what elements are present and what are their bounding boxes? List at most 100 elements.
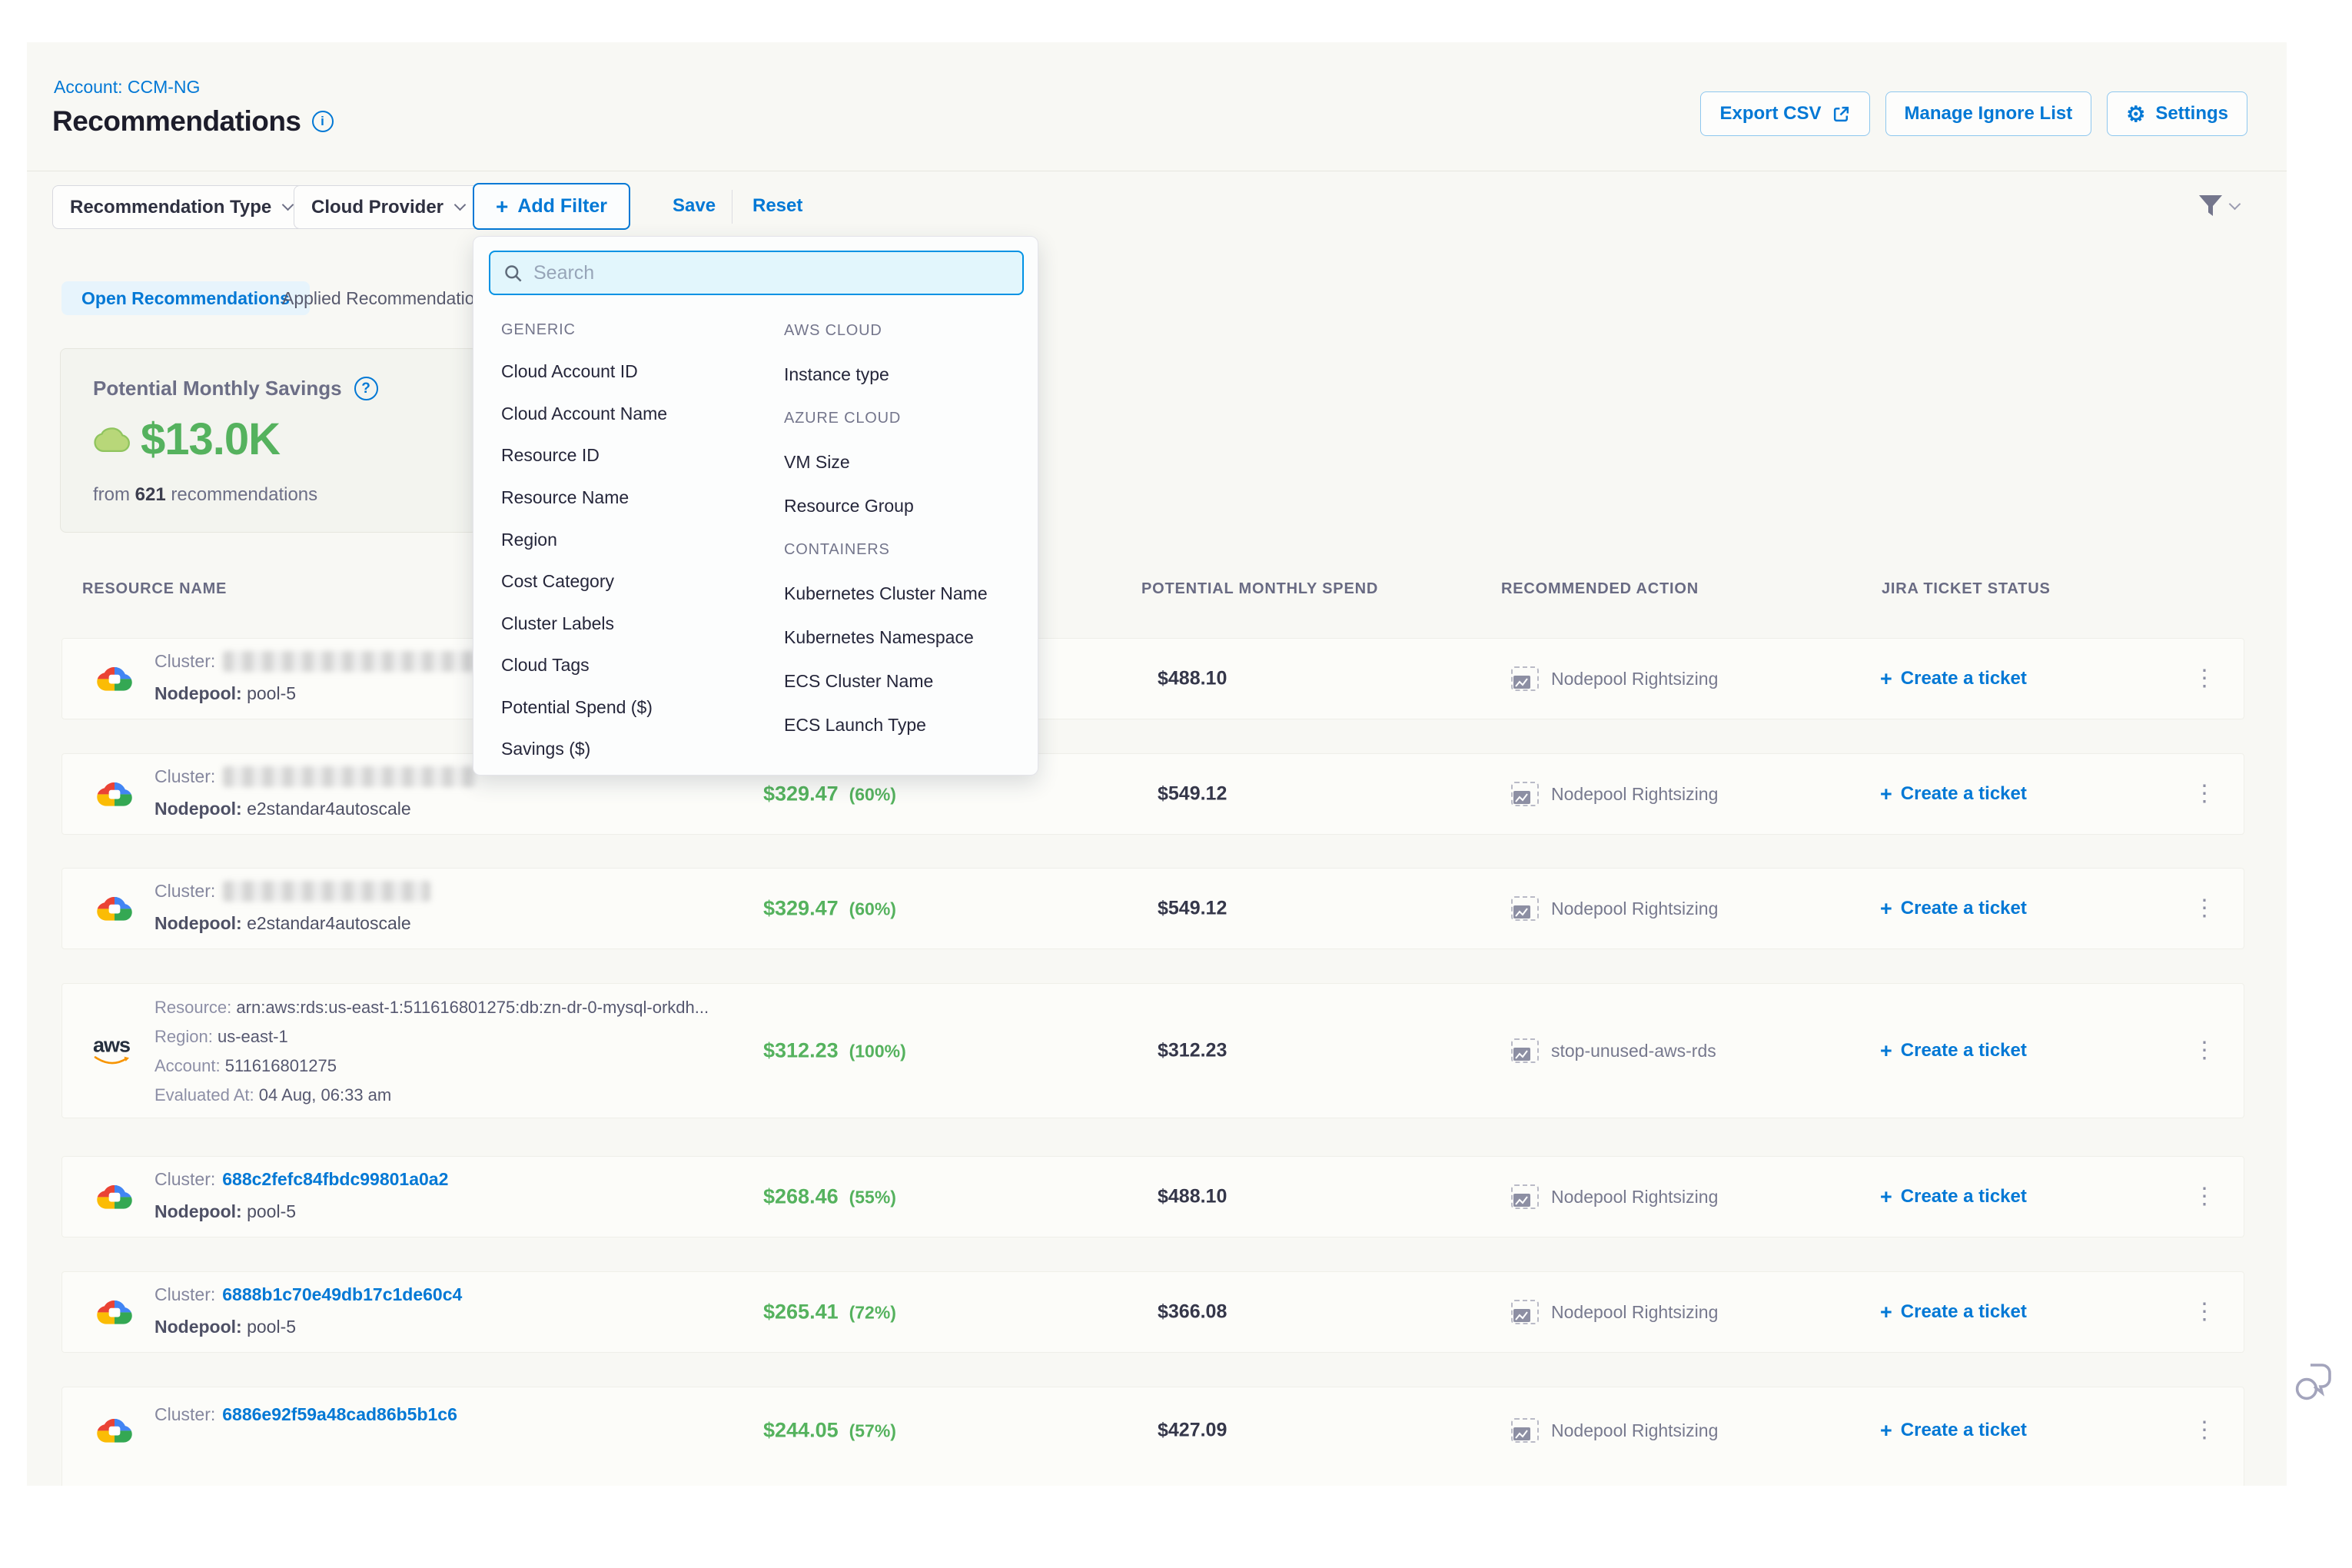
savings-cell: $268.46(55%) <box>763 1185 896 1209</box>
cloud-provider-filter[interactable]: Cloud Provider <box>294 185 482 229</box>
filter-option-cloud-tags[interactable]: Cloud Tags <box>497 644 779 686</box>
gear-icon: ⚙ <box>2126 101 2145 127</box>
gcp-cloud-icon <box>95 1295 135 1329</box>
filter-option-kubernetes-cluster-name[interactable]: Kubernetes Cluster Name <box>779 572 1033 616</box>
export-csv-button[interactable]: Export CSV <box>1700 91 1869 136</box>
plus-icon: + <box>1880 669 1892 689</box>
filter-option-cost-category[interactable]: Cost Category <box>497 560 779 603</box>
rightsizing-icon <box>1511 666 1539 691</box>
plus-icon: + <box>1880 784 1892 805</box>
column-resource-name: RESOURCE NAME <box>82 580 227 598</box>
settings-button[interactable]: ⚙ Settings <box>2107 91 2247 136</box>
resource-name-cell: Cluster: Nodepool: e2standar4autoscale <box>154 766 477 819</box>
rightsizing-icon <box>1511 1184 1539 1209</box>
recommended-action-cell: Nodepool Rightsizing <box>1511 1184 1718 1209</box>
table-row[interactable]: Cluster: Nodepool: e2standar4autoscale $… <box>61 868 2244 949</box>
potential-savings-card: Potential Monthly Savings ? $13.0K from … <box>60 348 477 533</box>
filter-panel-toggle[interactable] <box>2197 193 2239 219</box>
funnel-icon <box>2197 193 2224 219</box>
section-header-aws-cloud: AWS CLOUD <box>779 309 1033 353</box>
table-row[interactable]: Cluster:6886e92f59a48cad86b5b1c6 $244.05… <box>61 1387 2244 1486</box>
add-filter-button[interactable]: + Add Filter <box>473 183 630 230</box>
external-link-icon <box>1832 105 1851 124</box>
resource-name-cell: Resource: arn:aws:rds:us-east-1:51161680… <box>154 993 709 1110</box>
filter-option-savings[interactable]: Savings ($) <box>497 728 779 770</box>
filter-option-cluster-labels[interactable]: Cluster Labels <box>497 603 779 645</box>
save-filter-button[interactable]: Save <box>673 195 716 217</box>
recommendation-type-label: Recommendation Type <box>70 197 271 218</box>
search-input[interactable] <box>533 262 1010 284</box>
create-ticket-button[interactable]: +Create a ticket <box>1880 1420 2027 1441</box>
reset-filter-button[interactable]: Reset <box>752 195 802 217</box>
breadcrumb-account[interactable]: Account: CCM-NG <box>54 77 200 98</box>
cluster-link[interactable]: 688c2fefc84fbdc99801a0a2 <box>222 1169 448 1190</box>
create-ticket-button[interactable]: +Create a ticket <box>1880 1040 2027 1061</box>
tab-applied-recommendations[interactable]: Applied Recommendations <box>282 281 493 315</box>
filter-option-resource-name[interactable]: Resource Name <box>497 477 779 519</box>
tab-open-recommendations[interactable]: Open Recommendations <box>61 281 310 315</box>
recommended-action-cell: Nodepool Rightsizing <box>1511 1418 1718 1443</box>
cluster-link[interactable]: 6888b1c70e49db17c1de60c4 <box>222 1284 462 1305</box>
filter-option-ecs-launch-type[interactable]: ECS Launch Type <box>779 703 1033 747</box>
settings-label: Settings <box>2155 103 2228 125</box>
row-menu-kebab-icon[interactable]: ⋮ <box>2193 897 2216 920</box>
savings-cloud-icon <box>91 422 133 457</box>
table-row[interactable]: Cluster:6888b1c70e49db17c1de60c4 Nodepoo… <box>61 1271 2244 1353</box>
table-row[interactable]: Cluster: Nodepool: e2standar4autoscale $… <box>61 753 2244 835</box>
plus-icon: + <box>1880 899 1892 919</box>
recommendations-page: Account: CCM-NG Recommendations i Export… <box>27 42 2287 1486</box>
create-ticket-button[interactable]: +Create a ticket <box>1880 1301 2027 1323</box>
row-menu-kebab-icon[interactable]: ⋮ <box>2193 782 2216 806</box>
row-menu-kebab-icon[interactable]: ⋮ <box>2193 667 2216 690</box>
resource-name-cell: Cluster:6888b1c70e49db17c1de60c4 Nodepoo… <box>154 1284 462 1337</box>
help-icon[interactable]: ? <box>354 377 378 400</box>
table-row[interactable]: Cluster:688c2fefc84fbdc99801a0a2 Nodepoo… <box>61 1156 2244 1237</box>
table-row[interactable]: aws Resource: arn:aws:rds:us-east-1:5116… <box>61 983 2244 1118</box>
filter-option-resource-group[interactable]: Resource Group <box>779 484 1033 528</box>
recommended-action-cell: Nodepool Rightsizing <box>1511 666 1718 691</box>
filter-option-ecs-cluster-name[interactable]: ECS Cluster Name <box>779 659 1033 703</box>
filter-option-cloud-account-id[interactable]: Cloud Account ID <box>497 351 779 394</box>
chevron-down-icon <box>2229 198 2241 210</box>
add-filter-label: Add Filter <box>517 195 607 218</box>
filter-option-vm-size[interactable]: VM Size <box>779 440 1033 484</box>
section-header-generic: GENERIC <box>497 309 779 351</box>
resource-name-cell: Cluster: Nodepool: pool-5 <box>154 651 477 704</box>
filter-option-cloud-account-name[interactable]: Cloud Account Name <box>497 393 779 435</box>
spend-cell: $366.08 <box>1158 1301 1227 1324</box>
spend-cell: $488.10 <box>1158 668 1227 690</box>
plus-icon: + <box>1880 1420 1892 1441</box>
rightsizing-icon <box>1511 782 1539 806</box>
plus-icon: + <box>1880 1302 1892 1323</box>
row-menu-kebab-icon[interactable]: ⋮ <box>2193 1419 2216 1442</box>
column-jira-ticket-status: JIRA TICKET STATUS <box>1882 580 2051 598</box>
filter-option-kubernetes-namespace[interactable]: Kubernetes Namespace <box>779 616 1033 659</box>
create-ticket-button[interactable]: +Create a ticket <box>1880 783 2027 805</box>
manage-ignore-list-button[interactable]: Manage Ignore List <box>1885 91 2092 136</box>
rightsizing-icon <box>1511 1038 1539 1063</box>
page-header: Recommendations i <box>52 105 334 138</box>
create-ticket-button[interactable]: +Create a ticket <box>1880 1186 2027 1208</box>
filter-option-instance-type[interactable]: Instance type <box>779 353 1033 397</box>
row-menu-kebab-icon[interactable]: ⋮ <box>2193 1039 2216 1062</box>
recommendation-type-filter[interactable]: Recommendation Type <box>52 185 310 229</box>
recommendation-count: 621 <box>135 484 166 505</box>
filter-option-potential-spend[interactable]: Potential Spend ($) <box>497 686 779 729</box>
table-row[interactable]: Cluster: Nodepool: pool-5 $488.10 Nodepo… <box>61 638 2244 719</box>
help-chat-widget[interactable] <box>2292 1359 2337 1410</box>
create-ticket-button[interactable]: +Create a ticket <box>1880 668 2027 689</box>
page-title: Recommendations <box>52 105 301 138</box>
filter-option-resource-id[interactable]: Resource ID <box>497 435 779 477</box>
row-menu-kebab-icon[interactable]: ⋮ <box>2193 1301 2216 1324</box>
table-header: RESOURCE NAME POTENTIAL MONTHLY SPEND RE… <box>61 580 2244 608</box>
info-icon[interactable]: i <box>312 111 334 132</box>
row-menu-kebab-icon[interactable]: ⋮ <box>2193 1185 2216 1208</box>
create-ticket-button[interactable]: +Create a ticket <box>1880 898 2027 919</box>
filter-field-lists: GENERIC Cloud Account ID Cloud Account N… <box>497 309 1033 770</box>
filter-option-region[interactable]: Region <box>497 519 779 561</box>
gcp-cloud-icon <box>95 662 135 696</box>
savings-cell: $312.23(100%) <box>763 1039 906 1063</box>
filter-divider <box>732 190 733 224</box>
cluster-link[interactable]: 6886e92f59a48cad86b5b1c6 <box>222 1404 457 1425</box>
spend-cell: $427.09 <box>1158 1420 1227 1442</box>
